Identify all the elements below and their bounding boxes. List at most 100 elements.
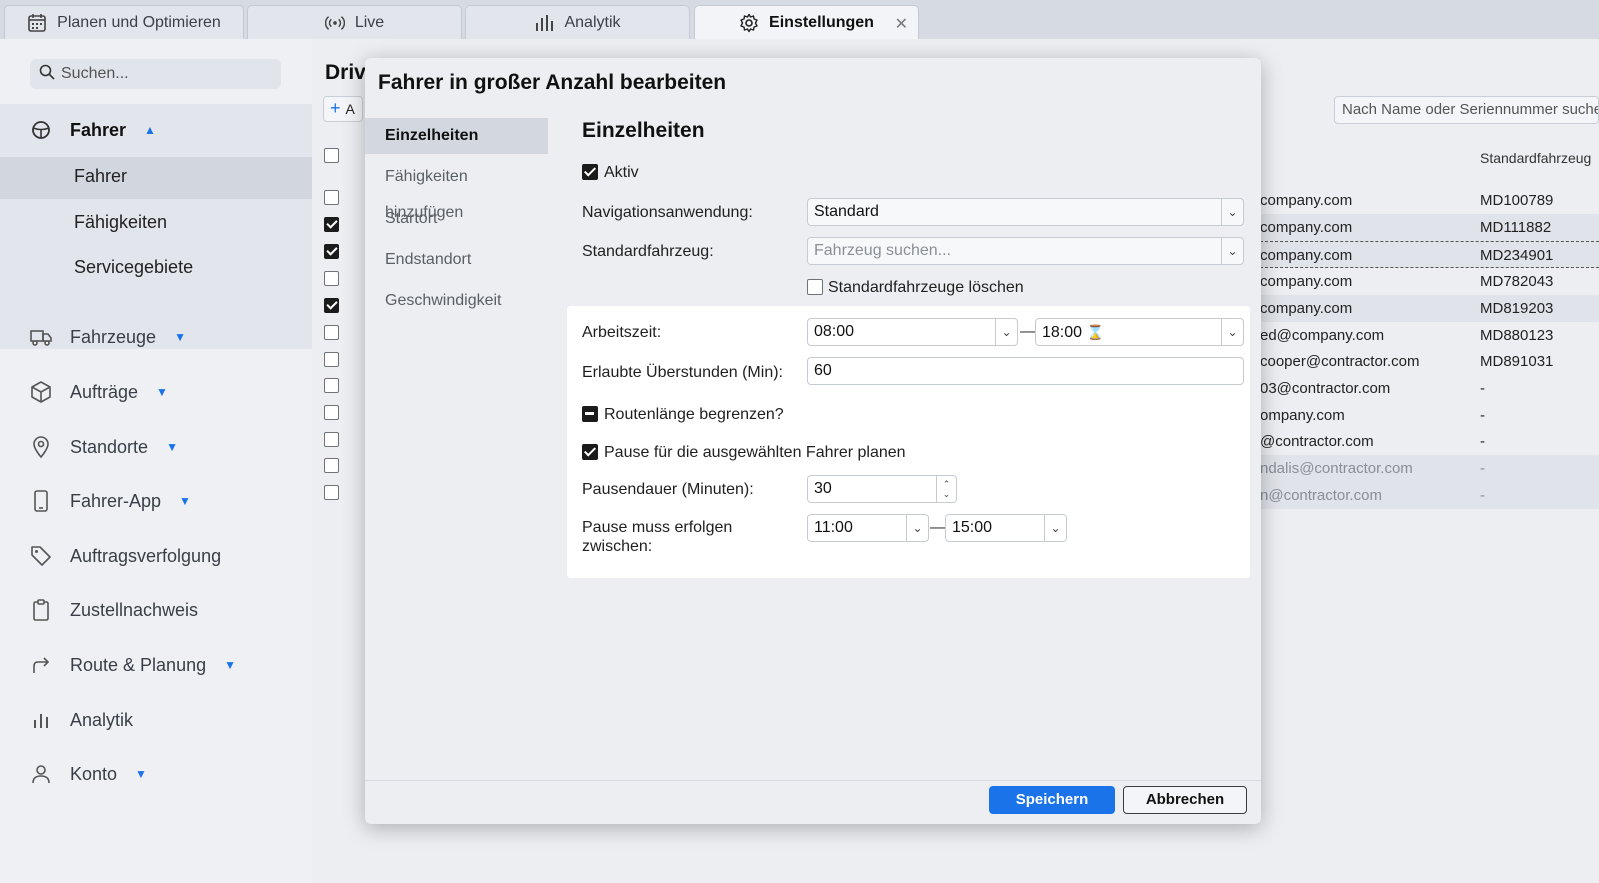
- table-row[interactable]: @contractor.com -: [1260, 428, 1599, 455]
- sidebar-item-konto[interactable]: Konto ▼: [28, 761, 147, 787]
- sidebar-item-label: Fahrer-App: [70, 490, 162, 511]
- box-icon: [28, 379, 54, 405]
- cell-vehicle: -: [1480, 460, 1485, 477]
- caret-up-icon: ▲: [144, 123, 156, 137]
- cell-vehicle: -: [1480, 487, 1485, 504]
- row-checkbox[interactable]: [324, 378, 339, 393]
- dialog-nav-endstandort[interactable]: Endstandort: [365, 242, 548, 278]
- table-row[interactable]: company.com MD100789: [1260, 187, 1599, 214]
- sidebar-item-fahrer-app[interactable]: Fahrer-App ▼: [28, 488, 191, 514]
- nav-app-value: Standard: [814, 203, 879, 220]
- cell-email: ndalis@contractor.com: [1260, 460, 1413, 477]
- tab-einstellungen[interactable]: Einstellungen ✕: [694, 5, 919, 39]
- cell-vehicle: -: [1480, 380, 1485, 397]
- table-row[interactable]: ed@company.com MD880123: [1260, 322, 1599, 349]
- cancel-button[interactable]: Abbrechen: [1123, 786, 1247, 814]
- search-placeholder: Suchen...: [61, 65, 129, 82]
- sidebar-item-zustellnachweis[interactable]: Zustellnachweis: [28, 597, 198, 623]
- tab-live[interactable]: Live: [247, 5, 462, 39]
- route-limit-checkbox[interactable]: [582, 406, 598, 422]
- stepper-arrows-icon[interactable]: ⌃ ⌄: [936, 476, 956, 502]
- search-icon: [39, 64, 55, 85]
- sidebar-item-analytik[interactable]: Analytik: [28, 707, 133, 733]
- save-button[interactable]: Speichern: [989, 786, 1115, 814]
- overtime-input[interactable]: 60: [807, 357, 1244, 385]
- break-duration-stepper[interactable]: 30 ⌃ ⌄: [807, 475, 957, 503]
- add-driver-button[interactable]: + A: [323, 96, 363, 122]
- schedule-break-checkbox[interactable]: [582, 444, 598, 460]
- sidebar-item-auftraege[interactable]: Aufträge ▼: [28, 379, 168, 405]
- truck-icon: [28, 324, 54, 350]
- table-row[interactable]: cooper@contractor.com MD891031: [1260, 348, 1599, 375]
- table-row[interactable]: company.com MD782043: [1260, 268, 1599, 295]
- cell-vehicle: MD234901: [1480, 247, 1554, 264]
- sidebar-subitem-servicegebiete[interactable]: Servicegebiete: [74, 257, 193, 278]
- dialog-nav-faehigkeiten[interactable]: Fähigkeiten hinzufügen: [365, 159, 548, 221]
- caret-down-icon: ▼: [135, 767, 147, 781]
- sidebar-item-label: Fahrzeuge: [70, 326, 157, 347]
- nav-app-select[interactable]: Standard ⌄: [807, 198, 1244, 226]
- sidebar: Suchen... Fahrer ▲ Fahrer Fähigkeiten Se…: [0, 39, 312, 883]
- caret-down-icon: ▼: [179, 494, 191, 508]
- chevron-down-icon: ⌄: [1044, 515, 1066, 541]
- clear-vehicles-label: Standardfahrzeuge löschen: [828, 279, 1024, 296]
- route-arrow-icon: [28, 652, 54, 678]
- sidebar-item-fahrer[interactable]: Fahrer ▲: [28, 117, 156, 143]
- sidebar-item-fahrzeuge[interactable]: Fahrzeuge ▼: [28, 324, 186, 350]
- row-checkbox[interactable]: [324, 190, 339, 205]
- table-row[interactable]: ndalis@contractor.com -: [1260, 455, 1599, 482]
- work-start-select[interactable]: 08:00 ⌄: [807, 318, 1018, 346]
- work-end-value: 18:00: [1042, 324, 1083, 341]
- sidebar-subitem-faehigkeiten[interactable]: Fähigkeiten: [74, 212, 167, 233]
- row-checkbox[interactable]: [324, 485, 339, 500]
- row-checkbox[interactable]: [324, 217, 339, 232]
- broadcast-icon: [324, 13, 345, 33]
- user-icon: [28, 761, 54, 787]
- active-checkbox[interactable]: [582, 164, 598, 180]
- work-end-select[interactable]: 18:00 ⌛ ⌄: [1035, 318, 1244, 346]
- table-row[interactable]: n@contractor.com -: [1260, 482, 1599, 509]
- row-checkbox[interactable]: [324, 352, 339, 367]
- table-row[interactable]: company.com MD234901: [1260, 241, 1599, 268]
- location-pin-icon: [28, 434, 54, 460]
- sidebar-search[interactable]: Suchen...: [30, 59, 281, 89]
- row-checkbox[interactable]: [324, 298, 339, 313]
- table-row[interactable]: ompany.com -: [1260, 402, 1599, 429]
- break-start-select[interactable]: 11:00 ⌄: [807, 514, 929, 542]
- table-row[interactable]: company.com MD111882: [1260, 214, 1599, 241]
- break-duration-value: 30: [814, 480, 832, 497]
- column-header-vehicle[interactable]: Standardfahrzeug: [1480, 150, 1591, 166]
- table-search-input[interactable]: Nach Name oder Seriennummer suchen: [1334, 96, 1599, 124]
- row-checkbox[interactable]: [324, 325, 339, 340]
- cell-email: company.com: [1260, 273, 1353, 290]
- break-end-select[interactable]: 15:00 ⌄: [945, 514, 1067, 542]
- table-row[interactable]: 03@contractor.com -: [1260, 375, 1599, 402]
- cell-email: company.com: [1260, 219, 1353, 236]
- vehicle-search-select[interactable]: Fahrzeug suchen... ⌄: [807, 237, 1244, 265]
- sidebar-item-auftragsverfolgung[interactable]: Auftragsverfolgung: [28, 543, 221, 569]
- close-icon[interactable]: ✕: [895, 14, 908, 34]
- row-checkbox[interactable]: [324, 271, 339, 286]
- tab-planen[interactable]: Planen und Optimieren: [4, 5, 244, 39]
- row-checkbox[interactable]: [324, 432, 339, 447]
- hourglass-icon: ⌛: [1086, 324, 1104, 340]
- row-checkbox[interactable]: [324, 458, 339, 473]
- dialog-nav-einzelheiten[interactable]: Einzelheiten: [365, 118, 548, 154]
- row-checkbox[interactable]: [324, 244, 339, 259]
- dialog-nav-startort[interactable]: Startort: [365, 201, 548, 237]
- sidebar-subitem-fahrer[interactable]: Fahrer: [74, 166, 127, 187]
- tab-analytik[interactable]: Analytik: [465, 5, 690, 39]
- select-all-checkbox[interactable]: [324, 148, 339, 163]
- phone-icon: [28, 488, 54, 514]
- dialog-nav-geschwindigkeit[interactable]: Geschwindigkeit: [365, 283, 548, 319]
- caret-down-icon: ▼: [174, 330, 186, 344]
- table-row[interactable]: company.com MD819203: [1260, 295, 1599, 322]
- route-limit-label: Routenlänge begrenzen?: [604, 406, 784, 423]
- vehicle-label: Standardfahrzeug:: [582, 243, 714, 260]
- sidebar-item-route-planung[interactable]: Route & Planung ▼: [28, 652, 236, 678]
- sidebar-item-standorte[interactable]: Standorte ▼: [28, 434, 178, 460]
- page-title: Driv: [325, 61, 366, 84]
- chevron-down-icon: ⌄: [1221, 199, 1243, 225]
- clear-vehicles-checkbox[interactable]: [807, 279, 823, 295]
- row-checkbox[interactable]: [324, 405, 339, 420]
